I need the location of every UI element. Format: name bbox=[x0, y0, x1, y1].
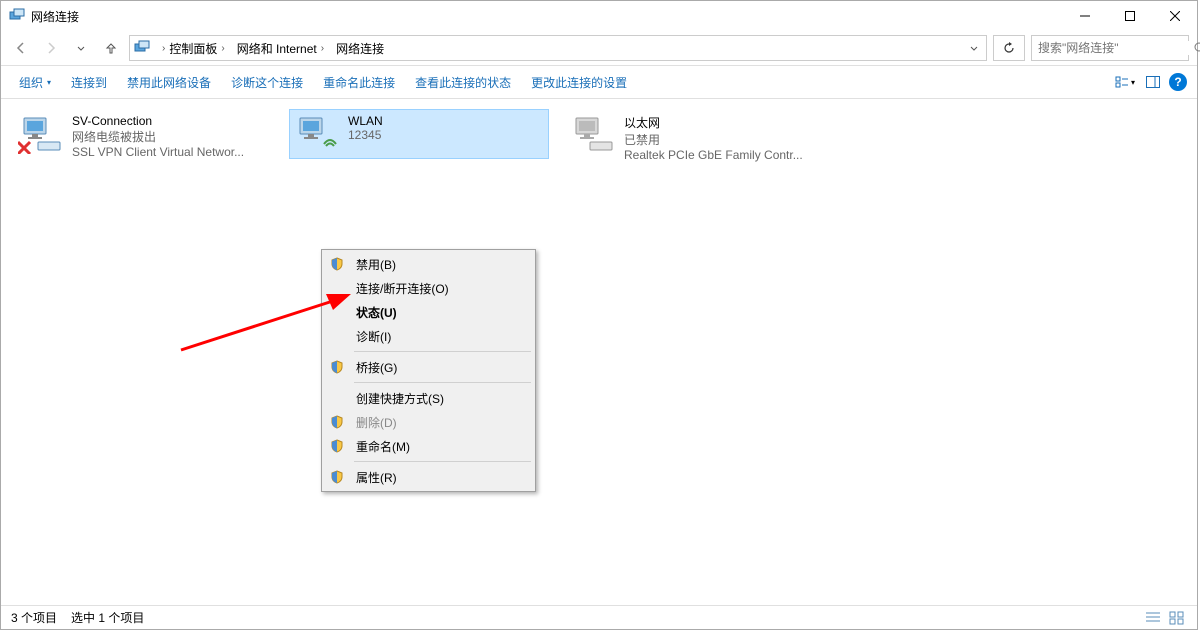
ctx-separator bbox=[354, 382, 531, 383]
search-input[interactable] bbox=[1038, 41, 1193, 55]
search-icon[interactable] bbox=[1193, 41, 1200, 55]
ctx-label: 连接/断开连接(O) bbox=[350, 280, 523, 297]
ctx-label: 状态(U) bbox=[350, 304, 523, 321]
ctx-connect-disconnect[interactable]: 连接/断开连接(O) bbox=[324, 276, 533, 300]
shield-icon bbox=[324, 415, 350, 429]
ctx-status[interactable]: 状态(U) bbox=[324, 300, 533, 324]
help-button[interactable]: ? bbox=[1169, 73, 1187, 91]
breadcrumb-label: 网络连接 bbox=[336, 40, 384, 57]
view-status-button[interactable]: 查看此连接的状态 bbox=[405, 66, 521, 98]
address-bar[interactable]: ›控制面板› 网络和 Internet› 网络连接 bbox=[129, 35, 987, 61]
up-button[interactable] bbox=[99, 36, 123, 60]
recent-dropdown[interactable] bbox=[69, 36, 93, 60]
ctx-bridge[interactable]: 桥接(G) bbox=[324, 355, 533, 379]
adapter-icon bbox=[18, 114, 66, 154]
change-settings-button[interactable]: 更改此连接的设置 bbox=[521, 66, 637, 98]
adapter-name: WLAN bbox=[348, 114, 383, 128]
window-title: 网络连接 bbox=[31, 8, 1062, 25]
ctx-label: 删除(D) bbox=[350, 414, 523, 431]
adapter-name: 以太网 bbox=[624, 114, 803, 131]
search-box[interactable] bbox=[1031, 35, 1189, 61]
adapter-name: SV-Connection bbox=[72, 114, 244, 128]
titlebar: 网络连接 bbox=[1, 1, 1197, 31]
adapter-status: 12345 bbox=[348, 128, 383, 142]
breadcrumb[interactable]: 网络和 Internet› bbox=[233, 36, 332, 60]
forward-button[interactable] bbox=[39, 36, 63, 60]
adapter-icon bbox=[570, 114, 618, 154]
adapter-status: 网络电缆被拔出 bbox=[72, 128, 244, 145]
content-area: SV-Connection 网络电缆被拔出 SSL VPN Client Vir… bbox=[1, 99, 1197, 605]
organize-menu[interactable]: 组织 bbox=[9, 66, 61, 98]
ctx-disable[interactable]: 禁用(B) bbox=[324, 252, 533, 276]
breadcrumb-label: 控制面板 bbox=[169, 40, 217, 57]
context-menu: 禁用(B) 连接/断开连接(O) 状态(U) 诊断(I) 桥接(G) bbox=[321, 249, 536, 492]
adapter-item-ethernet[interactable]: 以太网 已禁用 Realtek PCIe GbE Family Contr... bbox=[565, 109, 825, 167]
ctx-delete: 删除(D) bbox=[324, 410, 533, 434]
minimize-button[interactable] bbox=[1062, 1, 1107, 31]
status-bar: 3 个项目 选中 1 个项目 bbox=[1, 605, 1197, 629]
ctx-label: 创建快捷方式(S) bbox=[350, 390, 523, 407]
window-icon bbox=[9, 8, 25, 24]
maximize-button[interactable] bbox=[1107, 1, 1152, 31]
address-row: ›控制面板› 网络和 Internet› 网络连接 bbox=[1, 31, 1197, 65]
tiles-view-icon[interactable] bbox=[1167, 609, 1187, 627]
selection-text: 选中 1 个项目 bbox=[71, 609, 144, 626]
ctx-label: 禁用(B) bbox=[350, 256, 523, 273]
breadcrumb-label: 网络和 Internet bbox=[237, 40, 317, 57]
ctx-properties[interactable]: 属性(R) bbox=[324, 465, 533, 489]
connect-to-button[interactable]: 连接到 bbox=[61, 66, 117, 98]
adapter-detail: SSL VPN Client Virtual Networ... bbox=[72, 145, 244, 159]
ctx-label: 桥接(G) bbox=[350, 359, 523, 376]
back-button[interactable] bbox=[9, 36, 33, 60]
ctx-label: 诊断(I) bbox=[350, 328, 523, 345]
shield-icon bbox=[324, 470, 350, 484]
shield-icon bbox=[324, 360, 350, 374]
refresh-button[interactable] bbox=[993, 35, 1025, 61]
ctx-diagnose[interactable]: 诊断(I) bbox=[324, 324, 533, 348]
shield-icon bbox=[324, 257, 350, 271]
ctx-label: 属性(R) bbox=[350, 469, 523, 486]
adapter-item-wlan[interactable]: WLAN 12345 bbox=[289, 109, 549, 159]
ctx-label: 重命名(M) bbox=[350, 438, 523, 455]
history-dropdown[interactable] bbox=[962, 36, 986, 60]
command-bar: 组织 连接到 禁用此网络设备 诊断这个连接 重命名此连接 查看此连接的状态 更改… bbox=[1, 65, 1197, 99]
ctx-rename[interactable]: 重命名(M) bbox=[324, 434, 533, 458]
location-icon bbox=[134, 40, 150, 56]
adapter-item-sv-connection[interactable]: SV-Connection 网络电缆被拔出 SSL VPN Client Vir… bbox=[13, 109, 273, 164]
ctx-separator bbox=[354, 351, 531, 352]
preview-pane-button[interactable] bbox=[1141, 70, 1165, 94]
view-options-button[interactable] bbox=[1113, 70, 1137, 94]
diagnose-button[interactable]: 诊断这个连接 bbox=[221, 66, 313, 98]
item-count: 3 个项目 bbox=[11, 609, 57, 626]
adapter-detail: Realtek PCIe GbE Family Contr... bbox=[624, 148, 803, 162]
ctx-separator bbox=[354, 461, 531, 462]
disable-device-button[interactable]: 禁用此网络设备 bbox=[117, 66, 221, 98]
adapter-icon bbox=[294, 114, 342, 154]
breadcrumb[interactable]: ›控制面板› bbox=[154, 36, 233, 60]
rename-button[interactable]: 重命名此连接 bbox=[313, 66, 405, 98]
adapter-status: 已禁用 bbox=[624, 131, 803, 148]
shield-icon bbox=[324, 439, 350, 453]
close-button[interactable] bbox=[1152, 1, 1197, 31]
breadcrumb[interactable]: 网络连接 bbox=[332, 36, 388, 60]
ctx-shortcut[interactable]: 创建快捷方式(S) bbox=[324, 386, 533, 410]
details-view-icon[interactable] bbox=[1143, 609, 1163, 627]
